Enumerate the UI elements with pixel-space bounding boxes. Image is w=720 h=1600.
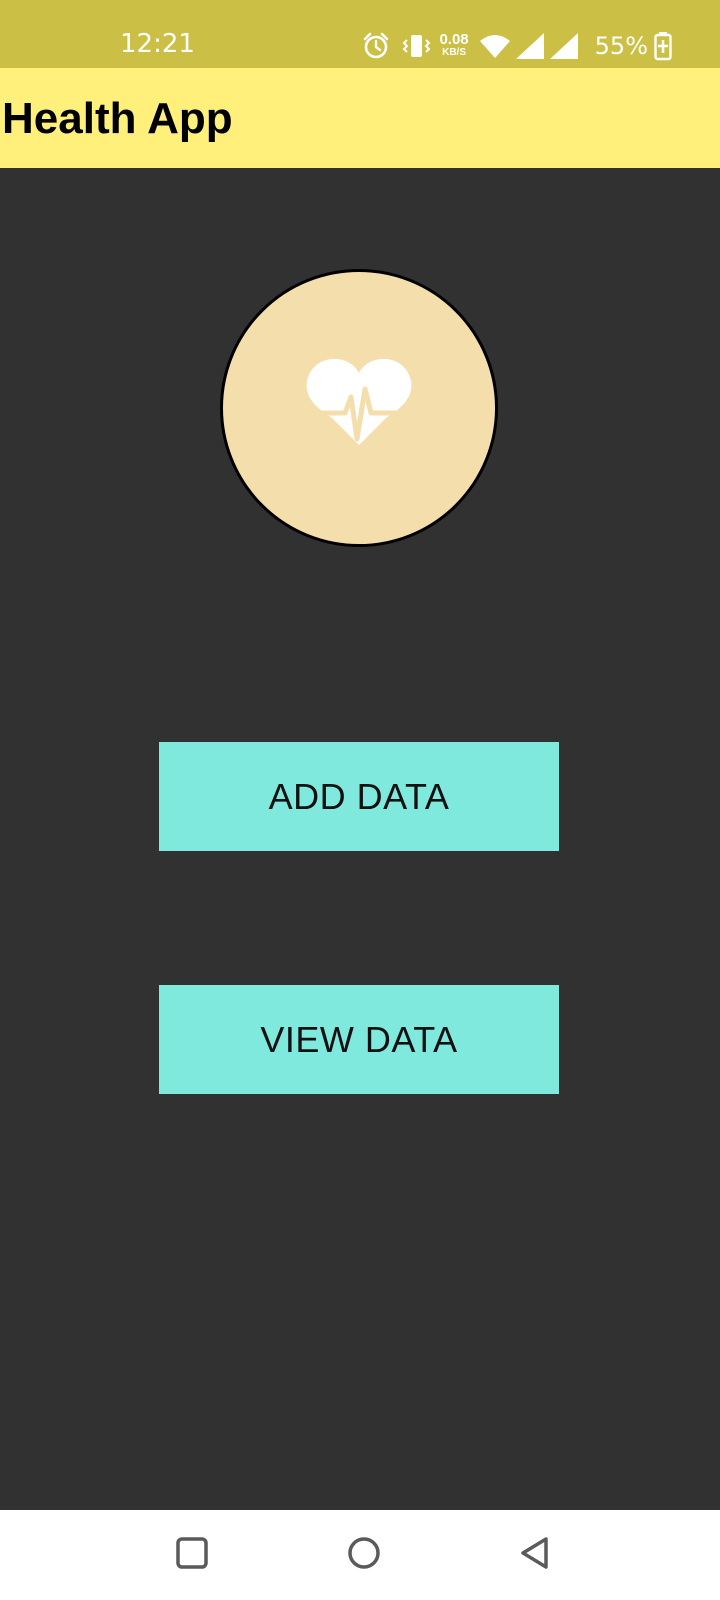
main-content: ADD DATA VIEW DATA (0, 168, 720, 1510)
vibrate-icon (401, 31, 431, 61)
alarm-icon (361, 31, 391, 61)
heart-pulse-icon (299, 351, 419, 466)
net-speed: 0.08 KB/S (439, 31, 469, 59)
status-time: 12:21 (120, 29, 195, 59)
app-title: Health App (2, 94, 233, 143)
app-logo (220, 269, 498, 547)
recents-icon (175, 1536, 209, 1575)
status-bar: 12:21 0.08 KB/S 55% (0, 0, 720, 68)
battery-percentage: 55% (594, 32, 648, 60)
home-icon (346, 1535, 382, 1576)
signal-icon (549, 32, 579, 60)
home-button[interactable] (343, 1534, 385, 1576)
navigation-bar (0, 1510, 720, 1600)
battery-charging-icon (654, 31, 672, 61)
app-bar: Health App (0, 68, 720, 168)
signal-icon (515, 32, 545, 60)
view-data-button[interactable]: VIEW DATA (159, 985, 559, 1094)
net-speed-value: 0.08 (439, 31, 469, 48)
recents-button[interactable] (171, 1534, 213, 1576)
net-speed-unit: KB/S (442, 47, 466, 58)
back-icon (518, 1535, 552, 1576)
back-button[interactable] (514, 1534, 556, 1576)
add-data-button[interactable]: ADD DATA (159, 742, 559, 851)
wifi-icon (479, 32, 511, 60)
status-icons: 0.08 KB/S 55% (361, 28, 672, 64)
